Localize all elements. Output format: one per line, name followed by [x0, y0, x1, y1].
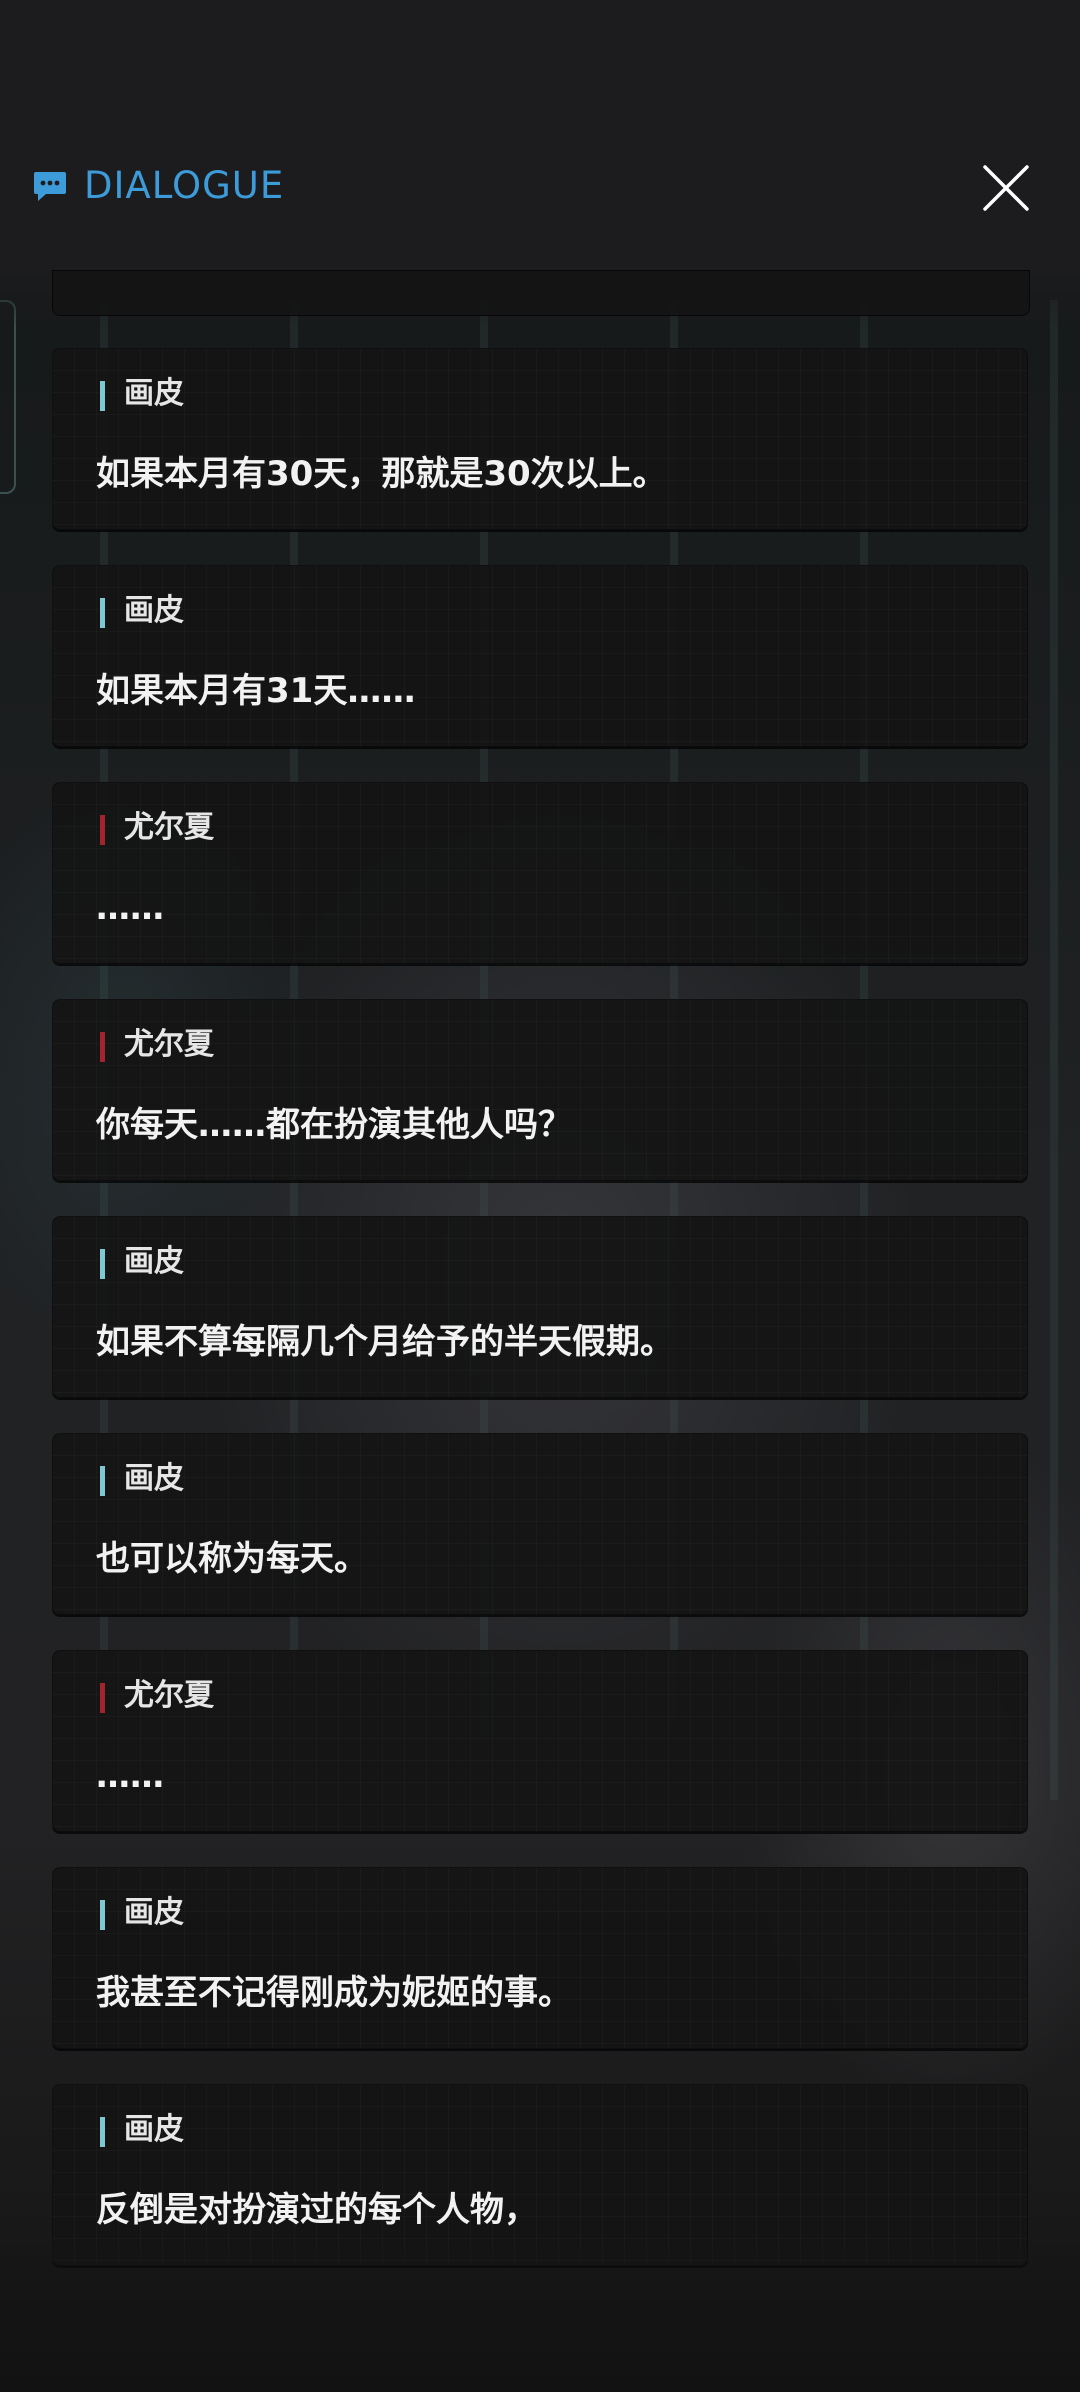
- speaker-marker: [100, 1900, 105, 1930]
- speaker-name: 尤尔夏: [124, 1678, 214, 1713]
- dialogue-text: ……: [96, 888, 164, 928]
- previous-dialogue-card: [52, 270, 1030, 316]
- speaker-name: 画皮: [124, 1461, 184, 1496]
- dialogue-header: DIALOGUE: [0, 150, 1080, 230]
- speaker-name: 尤尔夏: [124, 1027, 214, 1062]
- speaker-marker: [100, 598, 105, 628]
- dialogue-text: 如果本月有31天……: [96, 671, 416, 711]
- speaker-marker: [100, 1683, 105, 1713]
- chat-bubble-icon: [34, 172, 66, 201]
- dialogue-entry: 尤尔夏你每天……都在扮演其他人吗？: [52, 999, 1028, 1181]
- speaker-marker: [100, 1249, 105, 1279]
- speaker-marker: [100, 2117, 105, 2147]
- speaker-name: 画皮: [124, 593, 184, 628]
- dialogue-entry: 画皮如果不算每隔几个月给予的半天假期。: [52, 1216, 1028, 1398]
- dialogue-entry: 画皮如果本月有31天……: [52, 565, 1028, 747]
- bottom-overlay: [0, 2230, 1080, 2392]
- speaker-name: 画皮: [124, 1244, 184, 1279]
- speaker-marker: [100, 1466, 105, 1496]
- speaker-name: 画皮: [124, 1895, 184, 1930]
- speaker-name: 画皮: [124, 376, 184, 411]
- dialogue-entry: 画皮我甚至不记得刚成为妮姬的事。: [52, 1867, 1028, 2049]
- speaker-marker: [100, 815, 105, 845]
- dialogue-text: 我甚至不记得刚成为妮姬的事。: [96, 1973, 572, 2013]
- dialogue-text: 也可以称为每天。: [96, 1539, 368, 1579]
- dialogue-title: DIALOGUE: [84, 164, 285, 207]
- speaker-name: 画皮: [124, 2112, 184, 2147]
- dialogue-text: 你每天……都在扮演其他人吗？: [96, 1105, 572, 1145]
- close-icon[interactable]: [980, 162, 1032, 214]
- dialogue-text: 如果不算每隔几个月给予的半天假期。: [96, 1322, 674, 1362]
- dialogue-entry: 画皮如果本月有30天，那就是30次以上。: [52, 348, 1028, 530]
- speaker-marker: [100, 381, 105, 411]
- dialogue-entry: 画皮也可以称为每天。: [52, 1433, 1028, 1615]
- dialogue-entry: 尤尔夏 ……: [52, 1650, 1028, 1832]
- speaker-marker: [100, 1032, 105, 1062]
- dialogue-text: 如果本月有30天，那就是30次以上。: [96, 454, 667, 494]
- dialogue-text: ……: [96, 1756, 164, 1796]
- dialogue-entry: 尤尔夏 ……: [52, 782, 1028, 964]
- speaker-name: 尤尔夏: [124, 810, 214, 845]
